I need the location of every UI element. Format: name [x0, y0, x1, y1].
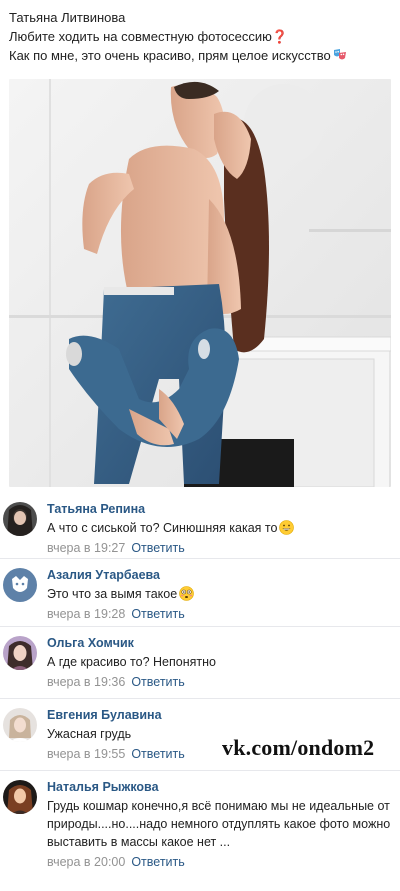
reply-button[interactable]: Ответить [131, 855, 184, 869]
post-text-2: Как по мне, это очень красиво, прям цело… [9, 48, 331, 63]
comment-text-content: А что с сиськой то? Синюшняя какая то [47, 521, 278, 535]
comment-text: А что с сиськой то? Синюшняя какая то [47, 519, 394, 537]
post-author[interactable]: Татьяна Литвинова [9, 9, 394, 27]
comment-time[interactable]: вчера в 19:36 [47, 675, 125, 689]
comment-meta: вчера в 19:27 Ответить [47, 540, 394, 556]
grinning-face-icon [279, 520, 295, 535]
comment-time[interactable]: вчера в 19:28 [47, 607, 125, 621]
reply-button[interactable]: Ответить [131, 607, 184, 621]
comment-body: Ольга Хомчик А где красиво то? Непонятно… [47, 635, 394, 690]
comment-body: Азалия Утарбаева Это что за вымя такое в… [47, 567, 394, 622]
comment-body: Наталья Рыжкова Грудь кошмар конечно,я в… [47, 779, 394, 870]
avatar[interactable] [3, 502, 37, 536]
theater-masks-icon [333, 48, 347, 62]
comment-text: А где красиво то? Непонятно [47, 655, 216, 669]
question-mark-icon: ❓ [271, 29, 289, 44]
avatar[interactable] [3, 780, 37, 814]
post-text-line-1: Любите ходить на совместную фотосессию❓ [9, 27, 394, 46]
comment-text: Это что за вымя такое [47, 585, 394, 603]
avatar[interactable] [3, 636, 37, 670]
couple-photo [9, 79, 391, 487]
comment-author[interactable]: Наталья Рыжкова [47, 779, 394, 795]
comment-text-content: Это что за вымя такое [47, 587, 178, 601]
avatar[interactable] [3, 568, 37, 602]
comment-author[interactable]: Азалия Утарбаева [47, 567, 394, 583]
comment-meta: вчера в 19:36 Ответить [47, 674, 394, 690]
comment-body: Татьяна Репина А что с сиськой то? Синюш… [47, 501, 394, 556]
post-text-line-2: Как по мне, это очень красиво, прям цело… [9, 46, 394, 65]
comment: Наталья Рыжкова Грудь кошмар конечно,я в… [0, 771, 400, 885]
comment-time[interactable]: вчера в 19:27 [47, 541, 125, 555]
comment: Азалия Утарбаева Это что за вымя такое в… [0, 559, 400, 627]
comment-author[interactable]: Ольга Хомчик [47, 635, 394, 651]
post-text-1: Любите ходить на совместную фотосессию [9, 29, 272, 44]
watermark: vk.com/ondom2 [222, 735, 375, 760]
comment: Ольга Хомчик А где красиво то? Непонятно… [0, 627, 400, 699]
comments-list: Татьяна Репина А что с сиськой то? Синюш… [0, 493, 400, 885]
post-header: Татьяна Литвинова Любите ходить на совме… [9, 9, 394, 65]
reply-button[interactable]: Ответить [131, 541, 184, 555]
comment-time[interactable]: вчера в 19:55 [47, 747, 125, 761]
comment: Татьяна Репина А что с сиськой то? Синюш… [0, 493, 400, 559]
comment-meta: вчера в 20:00 Ответить [47, 854, 394, 870]
reply-button[interactable]: Ответить [131, 675, 184, 689]
comment-author[interactable]: Татьяна Репина [47, 501, 394, 517]
comment-meta: вчера в 19:28 Ответить [47, 606, 394, 622]
comment-time[interactable]: вчера в 20:00 [47, 855, 125, 869]
reply-button[interactable]: Ответить [131, 747, 184, 761]
comment-text: Грудь кошмар конечно,я всё понимаю мы не… [47, 799, 391, 849]
avatar[interactable] [3, 708, 37, 742]
comment-author[interactable]: Евгения Булавина [47, 707, 394, 723]
flushed-face-icon [179, 586, 194, 601]
post-photo[interactable] [9, 79, 391, 487]
